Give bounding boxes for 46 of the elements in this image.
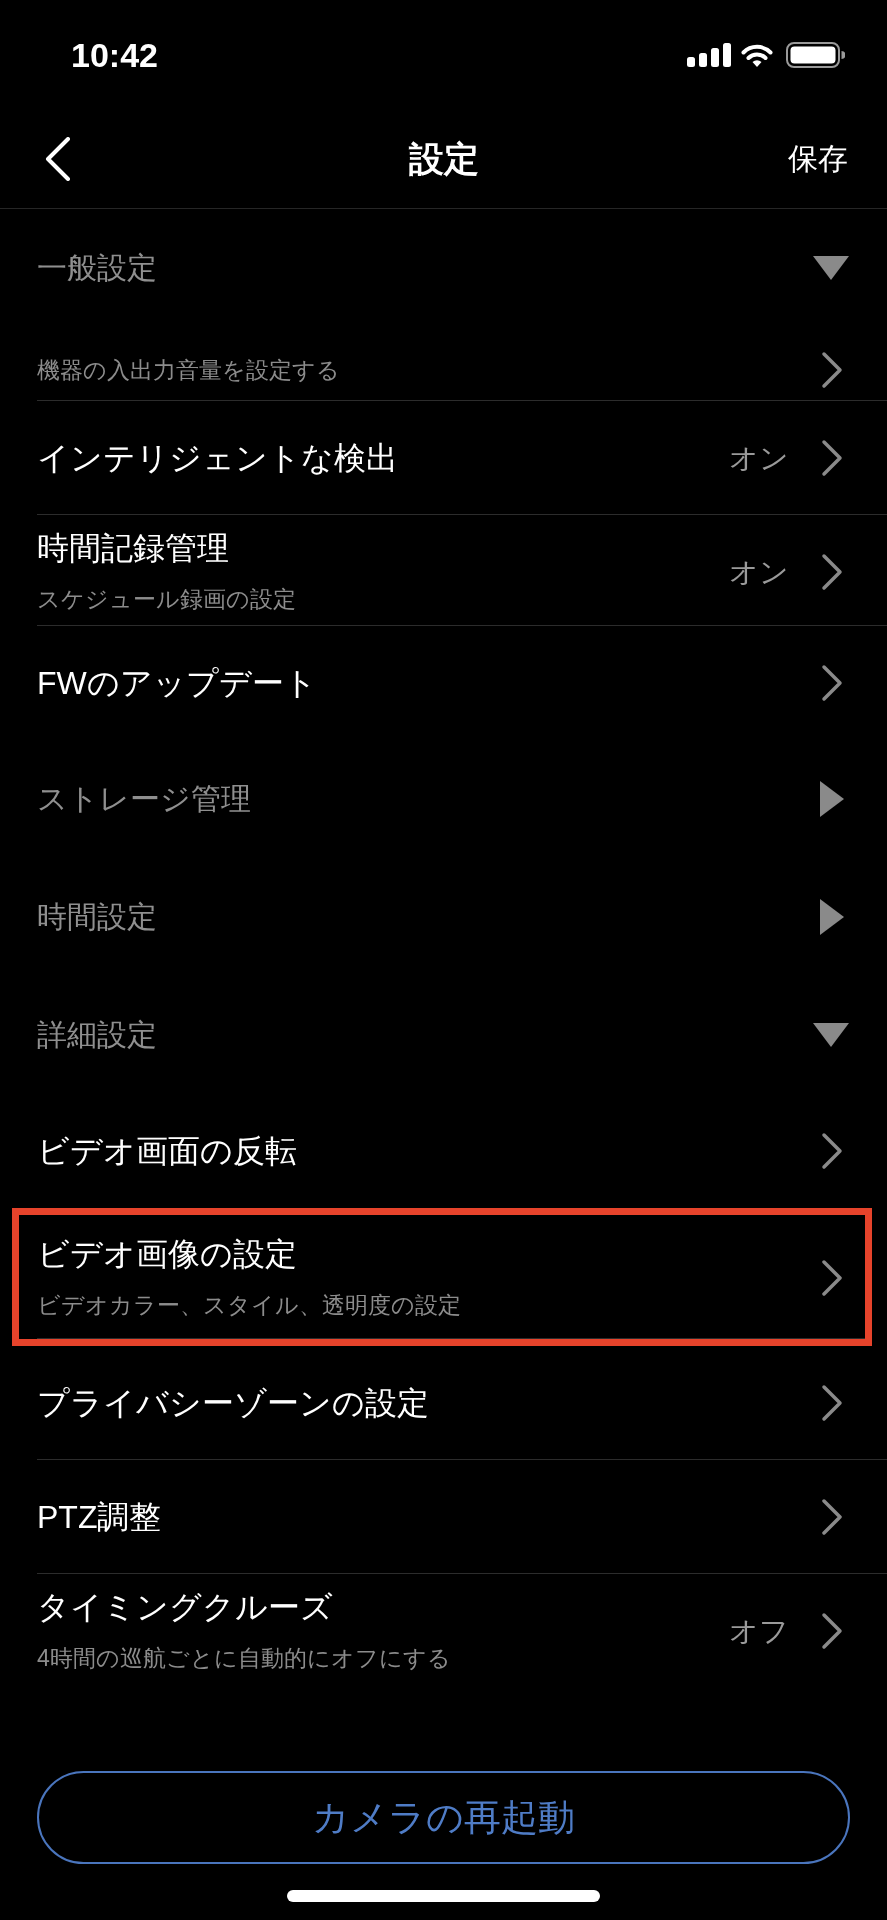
settings-row[interactable]: ビデオ画像の設定 ビデオカラー、スタイル、透明度の設定: [19, 1215, 865, 1339]
back-button[interactable]: [45, 137, 71, 181]
settings-row[interactable]: 機器の入出力音量を設定する: [0, 327, 887, 401]
row-value: オフ: [729, 1613, 789, 1649]
chevron-right-icon: [821, 1383, 843, 1422]
signal-icon: [687, 43, 732, 67]
chevron-right-icon: [821, 552, 843, 591]
row-title: ビデオ画像の設定: [37, 1235, 297, 1273]
chevron-right-icon: [821, 1497, 843, 1536]
settings-row[interactable]: PTZ調整: [0, 1460, 887, 1574]
settings-row[interactable]: ビデオ画面の反転: [0, 1094, 887, 1208]
row-subtitle: 機器の入出力音量を設定する: [37, 356, 340, 385]
row-title: ビデオ画面の反転: [37, 1132, 297, 1170]
section-header[interactable]: 一般設定: [0, 209, 887, 327]
row-value: オン: [729, 440, 789, 476]
row-subtitle: 4時間の巡航ごとに自動的にオフにする: [37, 1644, 451, 1673]
row-title: FWのアップデート: [37, 664, 317, 702]
settings-row[interactable]: 時間記録管理 スケジュール録画の設定 オン: [0, 515, 887, 626]
chevron-left-icon: [45, 137, 71, 181]
status-time: 10:42: [71, 35, 158, 75]
row-title: プライバシーゾーンの設定: [37, 1383, 429, 1422]
chevron-right-icon: [821, 351, 843, 389]
settings-row[interactable]: FWのアップデート: [0, 626, 887, 740]
row-title: 時間記録管理: [37, 529, 229, 567]
settings-row[interactable]: インテリジェントな検出 オン: [0, 401, 887, 515]
chevron-right-icon: [821, 1258, 843, 1297]
row-subtitle: スケジュール録画の設定: [37, 585, 296, 614]
section-header[interactable]: 詳細設定: [0, 976, 887, 1094]
wifi-icon: [740, 43, 774, 67]
settings-row[interactable]: タイミングクルーズ 4時間の巡航ごとに自動的にオフにする オフ: [0, 1574, 887, 1684]
chevron-right-icon: [821, 664, 843, 702]
page-title: 設定: [408, 138, 479, 180]
settings-row[interactable]: プライバシーゾーンの設定: [0, 1346, 887, 1460]
row-title: インテリジェントな検出: [37, 438, 398, 477]
section-header[interactable]: 時間設定: [0, 858, 887, 976]
chevron-right-icon: [821, 438, 843, 477]
row-title: タイミングクルーズ: [37, 1588, 333, 1626]
row-subtitle: ビデオカラー、スタイル、透明度の設定: [37, 1291, 461, 1320]
chevron-right-icon: [821, 1611, 843, 1650]
section-header[interactable]: ストレージ管理: [0, 740, 887, 858]
row-title: PTZ調整: [37, 1497, 162, 1536]
save-button[interactable]: 保存: [788, 139, 848, 179]
row-value: オン: [729, 554, 789, 590]
chevron-right-icon: [821, 1132, 843, 1170]
restart-button[interactable]: カメラの再起動: [37, 1771, 850, 1864]
battery-icon: [786, 42, 845, 68]
